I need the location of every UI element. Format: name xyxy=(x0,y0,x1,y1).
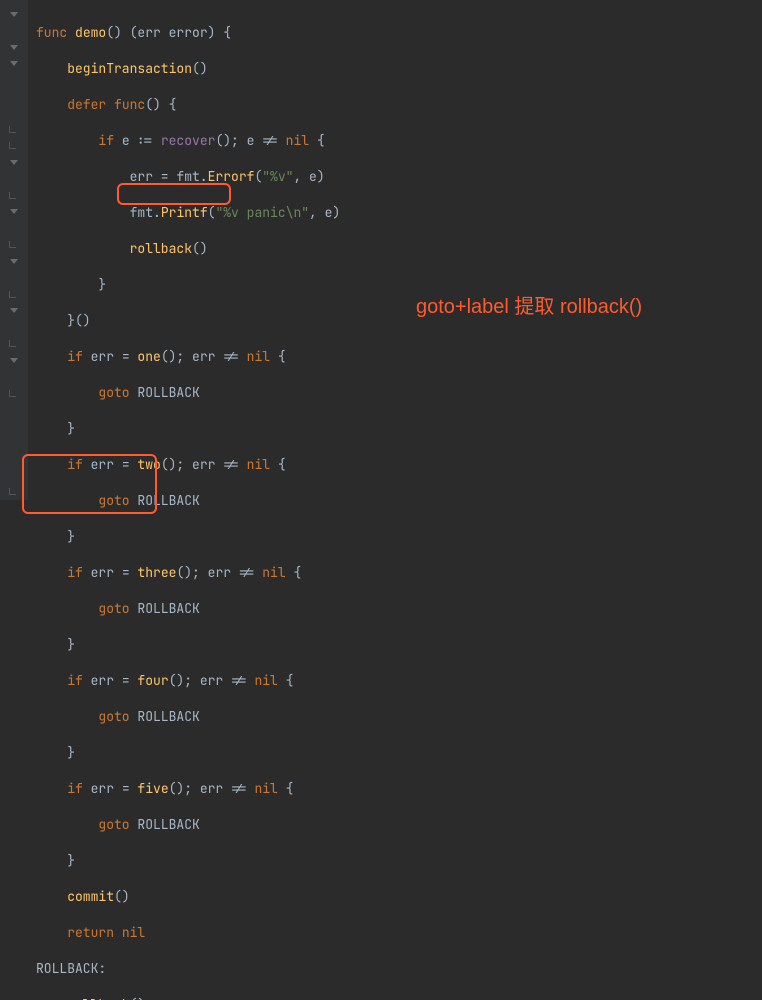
fold-end-marker xyxy=(0,385,28,401)
code-line: } xyxy=(36,528,762,546)
code-area[interactable]: func demo() (err error) { beginTransacti… xyxy=(28,0,762,500)
code-line: if err = one(); err != nil { xyxy=(36,348,762,366)
code-line: }() xyxy=(36,312,762,330)
gutter xyxy=(0,0,28,500)
fold-end-marker xyxy=(0,484,28,500)
code-line: if err = four(); err != nil { xyxy=(36,672,762,690)
code-line: goto ROLLBACK xyxy=(36,816,762,834)
fold-marker[interactable] xyxy=(0,253,28,269)
code-line: commit() xyxy=(36,888,762,906)
fold-end-marker xyxy=(0,286,28,302)
code-line: return nil xyxy=(36,924,762,942)
fold-end-marker xyxy=(0,237,28,253)
fold-marker[interactable] xyxy=(0,55,28,71)
code-line: fmt.Printf("%v panic\n", e) xyxy=(36,204,762,222)
fold-marker[interactable] xyxy=(0,204,28,220)
code-line: ROLLBACK: xyxy=(36,960,762,978)
code-line: if e := recover(); e != nil { xyxy=(36,132,762,150)
code-line: } xyxy=(36,636,762,654)
highlight-box-goto xyxy=(117,183,231,205)
code-line: err = fmt.Errorf("%v", e) xyxy=(36,168,762,186)
code-line: beginTransaction() xyxy=(36,60,762,78)
code-line: rollback() xyxy=(36,240,762,258)
code-line: if err = three(); err != nil { xyxy=(36,564,762,582)
fold-end-marker xyxy=(0,335,28,351)
code-editor: func demo() (err error) { beginTransacti… xyxy=(0,0,762,500)
code-line: } xyxy=(36,744,762,762)
fold-end-marker xyxy=(0,121,28,137)
code-line: goto ROLLBACK xyxy=(36,600,762,618)
fold-marker[interactable] xyxy=(0,39,28,55)
code-line: defer func() { xyxy=(36,96,762,114)
code-line: func demo() (err error) { xyxy=(36,24,762,42)
fold-marker[interactable] xyxy=(0,6,28,22)
code-line: goto ROLLBACK xyxy=(36,708,762,726)
code-line: } xyxy=(36,852,762,870)
code-line: if err = two(); err != nil { xyxy=(36,456,762,474)
code-line: } xyxy=(36,420,762,438)
code-line: if err = five(); err != nil { xyxy=(36,780,762,798)
code-line: goto ROLLBACK xyxy=(36,384,762,402)
fold-marker[interactable] xyxy=(0,302,28,318)
code-line: goto ROLLBACK xyxy=(36,492,762,510)
fold-marker[interactable] xyxy=(0,352,28,368)
code-line: } xyxy=(36,276,762,294)
fold-marker[interactable] xyxy=(0,154,28,170)
fold-end-marker xyxy=(0,138,28,154)
code-line: rollback() xyxy=(36,996,762,1000)
fold-end-marker xyxy=(0,187,28,203)
